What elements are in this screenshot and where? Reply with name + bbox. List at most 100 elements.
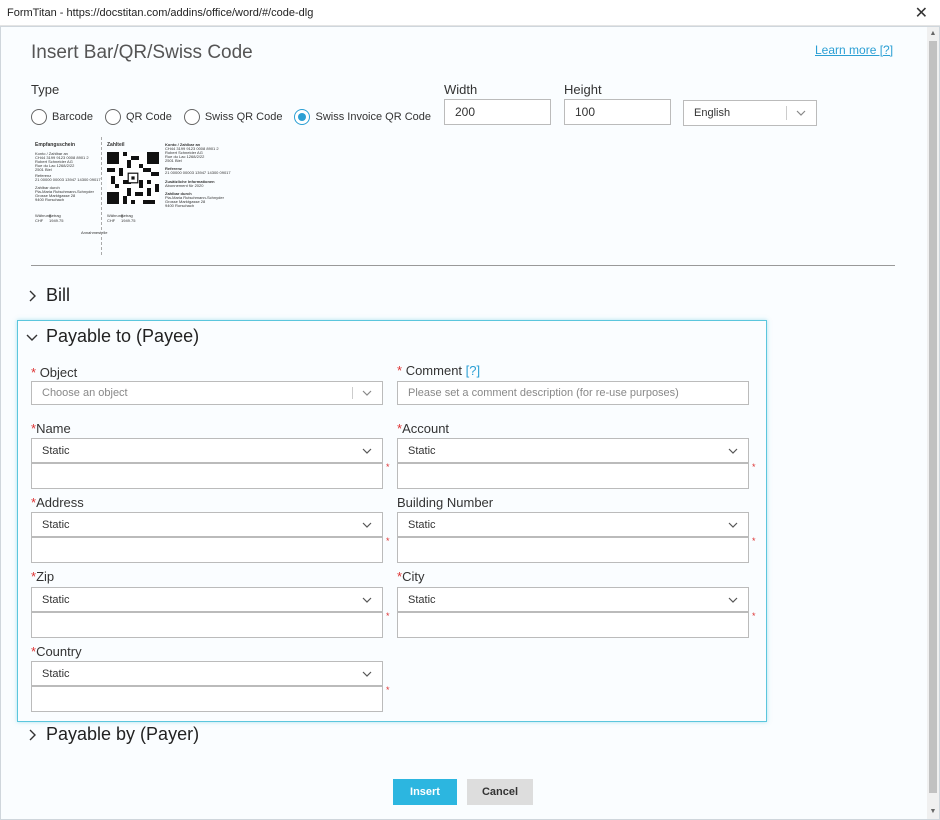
required-mark: * [752, 462, 756, 472]
required-mark: * [31, 365, 37, 380]
building-number-type-select[interactable]: Static [397, 512, 749, 537]
learn-more-link[interactable]: Learn more [?] [815, 43, 893, 57]
radio-label: Swiss Invoice QR Code [315, 111, 432, 123]
swiss-qr-preview: Empfangsschein Konto / Zahlbar an CH44 3… [31, 135, 271, 257]
comment-label: * Comment [?] [397, 363, 480, 378]
chevron-down-icon [362, 522, 372, 528]
comment-input[interactable]: Please set a comment description (for re… [397, 381, 749, 405]
receipt-divider [101, 137, 102, 255]
section-title: Payable to (Payee) [46, 326, 200, 346]
account-input[interactable] [397, 463, 749, 489]
required-mark: * [386, 536, 390, 546]
payment-line: 2501 Biel [165, 158, 182, 163]
country-type-select[interactable]: Static [31, 661, 383, 686]
radio-circle-icon[interactable] [183, 109, 200, 125]
window-titlebar: FormTitan - https://docstitan.com/addins… [0, 0, 940, 26]
building-number-input[interactable] [397, 537, 749, 563]
chevron-down-icon [796, 110, 806, 116]
radio-circle-icon[interactable] [31, 109, 47, 125]
comment-help-link[interactable]: [?] [466, 363, 480, 378]
building-number-type-value: Static [408, 518, 436, 531]
radio-qr-code[interactable]: QR Code [104, 109, 172, 125]
country-label-text: Country [36, 644, 82, 659]
dialog-title: Insert Bar/QR/Swiss Code [31, 42, 253, 63]
receipt-line: 21 00000 00003 13947 14300 09017 [35, 177, 101, 182]
object-select[interactable]: Choose an object [31, 381, 383, 405]
scroll-up-icon[interactable]: ▲ [927, 27, 939, 41]
radio-label: Barcode [52, 111, 93, 123]
radio-label: Swiss QR Code [204, 111, 283, 123]
height-input[interactable]: 100 [564, 99, 671, 125]
country-label: *Country [31, 644, 82, 659]
address-label: *Address [31, 495, 84, 510]
payment-line: 21 00000 00003 13947 14300 09017 [165, 170, 231, 175]
scroll-thumb[interactable] [929, 41, 937, 793]
radio-circle-icon[interactable] [104, 109, 121, 125]
zip-label: *Zip [31, 569, 54, 584]
receipt-line: 9400 Rorschach [35, 197, 65, 202]
name-type-value: Static [42, 444, 70, 457]
chevron-down-icon [728, 448, 738, 454]
country-input[interactable] [31, 686, 383, 712]
section-title: Bill [46, 285, 71, 305]
chevron-down-icon [26, 334, 38, 341]
close-icon[interactable]: ✕ [915, 3, 928, 23]
account-type-value: Static [408, 444, 436, 457]
radio-barcode[interactable]: Barcode [31, 109, 93, 125]
divider [31, 265, 895, 266]
chevron-right-icon [29, 290, 36, 301]
city-type-value: Static [408, 593, 436, 606]
country-type-value: Static [42, 667, 70, 680]
name-type-select[interactable]: Static [31, 438, 383, 463]
radio-swiss-qr-code[interactable]: Swiss QR Code [183, 109, 283, 125]
address-type-value: Static [42, 518, 70, 531]
payment-currency: CHF [107, 218, 116, 223]
payment-amount: 1949.75 [121, 218, 136, 223]
comment-placeholder: Please set a comment description (for re… [408, 387, 679, 399]
width-input[interactable]: 200 [444, 99, 551, 125]
account-label-text: Account [402, 421, 450, 436]
section-payee-toggle[interactable]: Payable to (Payee) [25, 326, 199, 347]
address-label-text: Address [36, 495, 84, 510]
type-label: Type [31, 82, 60, 97]
window-title: FormTitan - https://docstitan.com/addins… [7, 7, 314, 19]
payment-line: 9400 Rorschach [165, 203, 195, 208]
width-value: 200 [455, 105, 476, 119]
city-type-select[interactable]: Static [397, 587, 749, 612]
chevron-right-icon [29, 729, 36, 740]
width-label: Width [444, 82, 478, 97]
receipt-title: Empfangsschein [35, 142, 76, 148]
zip-type-select[interactable]: Static [31, 587, 383, 612]
height-value: 100 [575, 105, 596, 119]
section-payer-toggle[interactable]: Payable by (Payer) [25, 724, 199, 745]
name-input[interactable] [31, 463, 383, 489]
receipt-line: 2501 Biel [35, 167, 52, 172]
address-type-select[interactable]: Static [31, 512, 383, 537]
address-input[interactable] [31, 537, 383, 563]
language-select[interactable]: English [683, 100, 817, 126]
payment-line: Abonnement für 2020 [165, 183, 204, 188]
required-mark: * [386, 685, 390, 695]
radio-swiss-invoice-qr-code[interactable]: Swiss Invoice QR Code [294, 109, 431, 125]
account-type-select[interactable]: Static [397, 438, 749, 463]
height-label: Height [564, 82, 602, 97]
city-input[interactable] [397, 612, 749, 638]
radio-label: QR Code [125, 111, 172, 123]
required-mark: * [752, 536, 756, 546]
chevron-down-icon [362, 390, 372, 396]
receipt-currency: CHF [35, 218, 44, 223]
vertical-scrollbar[interactable]: ▲ ▼ [927, 27, 939, 819]
cancel-button[interactable]: Cancel [467, 779, 533, 805]
zip-input[interactable] [31, 612, 383, 638]
required-mark: * [386, 611, 390, 621]
section-bill-toggle[interactable]: Bill [25, 285, 70, 306]
object-placeholder: Choose an object [42, 387, 128, 399]
city-label-text: City [402, 569, 425, 584]
building-number-label: Building Number [397, 495, 494, 510]
radio-selected-icon[interactable] [294, 109, 311, 125]
payment-title: Zahlteil [107, 142, 125, 148]
qr-code-icon [107, 152, 159, 204]
chevron-down-icon [362, 597, 372, 603]
insert-button[interactable]: Insert [393, 779, 457, 805]
scroll-down-icon[interactable]: ▼ [927, 805, 939, 819]
